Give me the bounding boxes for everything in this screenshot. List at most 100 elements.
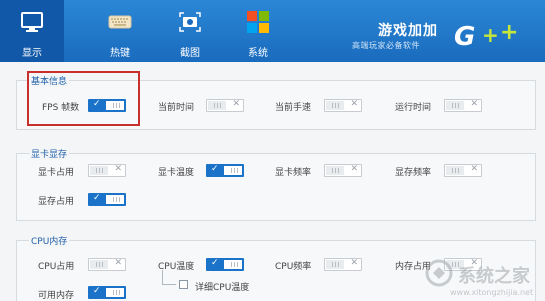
toggle-grip bbox=[102, 262, 103, 267]
toggle-grip bbox=[231, 168, 232, 173]
toggle-current-time[interactable]: ✕ bbox=[206, 99, 244, 112]
toggle-grip bbox=[217, 103, 218, 108]
brand-title: 游戏加加 bbox=[378, 23, 438, 39]
toggle-grip bbox=[214, 103, 215, 108]
toggle-knob bbox=[106, 288, 124, 297]
toggle-grip bbox=[332, 103, 333, 108]
tab-display[interactable]: 显示 bbox=[0, 0, 64, 62]
toggle-cpu-temp[interactable]: ✓ bbox=[206, 258, 244, 271]
item-current-time-label: 当前时间 bbox=[158, 103, 195, 113]
toggle-grip bbox=[96, 168, 97, 173]
tab-display-label: 显示 bbox=[22, 48, 42, 59]
tree-connector bbox=[162, 270, 176, 285]
toggle-grip bbox=[116, 290, 117, 295]
toggle-grip bbox=[338, 103, 339, 108]
toggle-cpu-freq[interactable]: ✕ bbox=[324, 258, 362, 271]
brand-subtitle: 高端玩家必备软件 bbox=[352, 41, 420, 50]
item-cpu-freq-label: CPU频率 bbox=[275, 262, 312, 272]
item-vram-usage-label: 显存占用 bbox=[38, 197, 75, 207]
toggle-knob bbox=[224, 260, 242, 269]
system-grid-icon bbox=[247, 11, 269, 33]
toggle-grip bbox=[458, 103, 459, 108]
svg-text:+: + bbox=[500, 20, 518, 45]
item-gpu-freq-label: 显卡频率 bbox=[275, 168, 312, 178]
tab-system[interactable]: 系统 bbox=[226, 0, 290, 62]
close-icon: ✕ bbox=[470, 164, 478, 174]
toggle-grip bbox=[338, 168, 339, 173]
toggle-cpu-usage[interactable]: ✕ bbox=[88, 258, 126, 271]
toggle-gpu-temp[interactable]: ✓ bbox=[206, 164, 244, 177]
tab-screenshot[interactable]: 截图 bbox=[158, 0, 222, 62]
item-gpu-temp-label: 显卡温度 bbox=[158, 168, 195, 178]
close-icon: ✕ bbox=[350, 164, 358, 174]
item-apm-label: 当前手速 bbox=[275, 103, 312, 113]
check-icon: ✓ bbox=[93, 193, 101, 203]
toggle-grip bbox=[113, 197, 114, 202]
check-icon: ✓ bbox=[93, 286, 101, 296]
toggle-vram-usage[interactable]: ✓ bbox=[88, 193, 126, 206]
watermark-icon bbox=[425, 259, 453, 287]
close-icon: ✕ bbox=[470, 99, 478, 109]
highlight-annotation bbox=[27, 71, 140, 126]
toggle-run-time[interactable]: ✕ bbox=[444, 99, 482, 112]
toggle-grip bbox=[234, 262, 235, 267]
check-icon: ✓ bbox=[211, 164, 219, 174]
svg-text:+: + bbox=[482, 23, 499, 47]
item-run-time-label: 运行时间 bbox=[395, 103, 432, 113]
detail-cpu-temp-label: 详细CPU温度 bbox=[195, 283, 250, 293]
toggle-grip bbox=[113, 290, 114, 295]
toggle-gpu-freq[interactable]: ✕ bbox=[324, 164, 362, 177]
toggle-grip bbox=[332, 262, 333, 267]
toggle-grip bbox=[234, 168, 235, 173]
svg-text:G: G bbox=[454, 22, 475, 52]
camera-icon bbox=[179, 12, 201, 32]
toggle-grip bbox=[455, 168, 456, 173]
toggle-grip bbox=[119, 290, 120, 295]
close-icon: ✕ bbox=[350, 99, 358, 109]
toggle-grip bbox=[119, 197, 120, 202]
close-icon: ✕ bbox=[114, 164, 122, 174]
toggle-knob bbox=[224, 166, 242, 175]
close-icon: ✕ bbox=[232, 99, 240, 109]
toggle-grip bbox=[335, 103, 336, 108]
toggle-grip bbox=[332, 168, 333, 173]
check-icon: ✓ bbox=[211, 258, 219, 268]
toggle-grip bbox=[338, 262, 339, 267]
toggle-grip bbox=[220, 103, 221, 108]
section-cpu-title: CPU内存 bbox=[29, 234, 70, 247]
toggle-grip bbox=[102, 168, 103, 173]
watermark-url: www.xitongzhijia.net bbox=[450, 288, 534, 297]
detail-cpu-temp-checkbox[interactable] bbox=[179, 280, 188, 289]
toggle-gpu-usage[interactable]: ✕ bbox=[88, 164, 126, 177]
toggle-grip bbox=[96, 262, 97, 267]
toggle-apm[interactable]: ✕ bbox=[324, 99, 362, 112]
item-vram-freq-label: 显存频率 bbox=[395, 168, 432, 178]
toggle-grip bbox=[99, 168, 100, 173]
item-free-mem-label: 可用内存 bbox=[38, 291, 75, 301]
toggle-knob bbox=[106, 195, 124, 204]
section-gpu-title: 显卡显存 bbox=[29, 147, 70, 160]
tab-screenshot-label: 截图 bbox=[180, 48, 200, 59]
watermark-text: 系统之家 bbox=[458, 266, 530, 287]
top-header: 显示 热键 截图 系统 游戏加加 高端玩家必备软件 G + + bbox=[0, 0, 545, 62]
toggle-grip bbox=[237, 168, 238, 173]
toggle-grip bbox=[458, 168, 459, 173]
toggle-grip bbox=[452, 103, 453, 108]
toggle-grip bbox=[335, 168, 336, 173]
toggle-grip bbox=[116, 197, 117, 202]
item-gpu-usage-label: 显卡占用 bbox=[38, 168, 75, 178]
item-cpu-usage-label: CPU占用 bbox=[38, 262, 75, 272]
toggle-free-mem[interactable]: ✓ bbox=[88, 286, 126, 299]
tab-hotkeys-label: 热键 bbox=[110, 48, 130, 59]
close-icon: ✕ bbox=[350, 258, 358, 268]
close-icon: ✕ bbox=[114, 258, 122, 268]
keyboard-icon bbox=[108, 15, 132, 29]
toggle-grip bbox=[231, 262, 232, 267]
tab-system-label: 系统 bbox=[248, 48, 268, 59]
toggle-grip bbox=[99, 262, 100, 267]
toggle-vram-freq[interactable]: ✕ bbox=[444, 164, 482, 177]
toggle-grip bbox=[237, 262, 238, 267]
toggle-grip bbox=[452, 168, 453, 173]
toggle-grip bbox=[335, 262, 336, 267]
tab-hotkeys[interactable]: 热键 bbox=[88, 0, 152, 62]
